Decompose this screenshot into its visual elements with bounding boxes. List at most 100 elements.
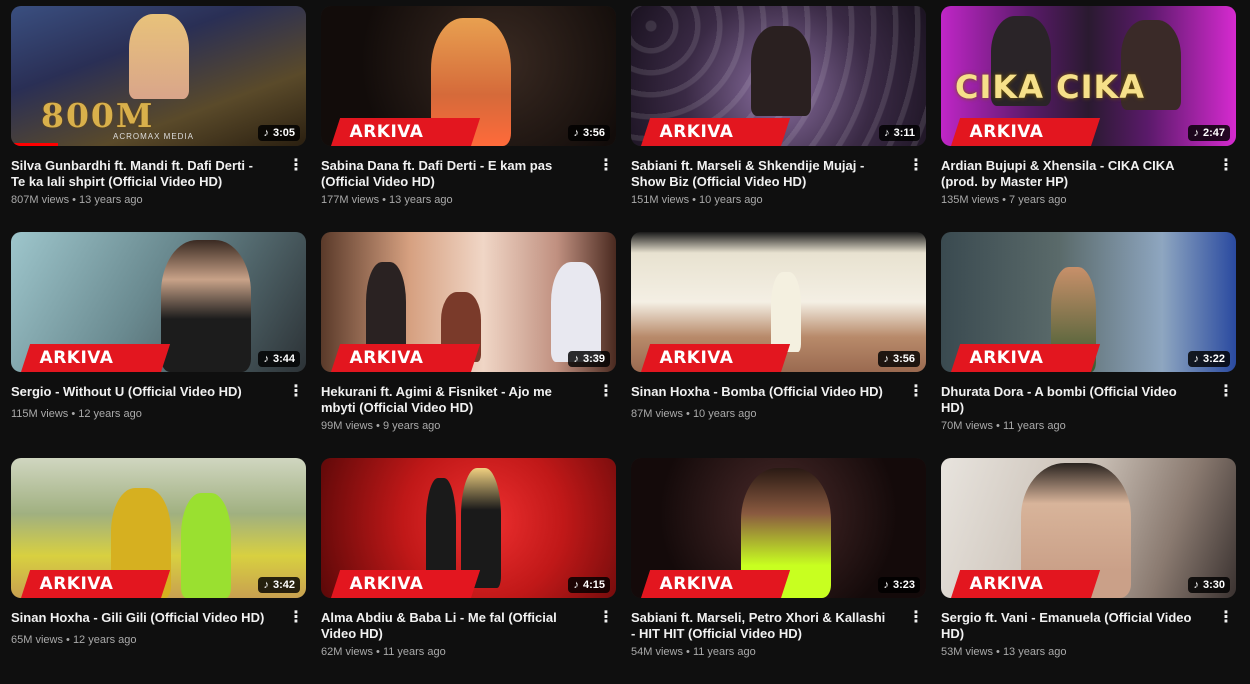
arkiva-badge: ARKIVA [21,344,171,372]
view-count: 115M views [11,408,69,420]
video-card[interactable]: ARKIVA ♪ 3:56 Sabina Dana ft. Dafi Derti … [321,6,616,232]
music-note-icon: ♪ [1193,579,1199,591]
music-note-icon: ♪ [573,579,579,591]
arkiva-badge: ARKIVA [331,570,481,598]
upload-age: 7 years ago [1009,194,1067,206]
video-thumbnail[interactable]: ARKIVA ♪ 4:15 [321,458,616,598]
video-meta: 62M views • 11 years ago [321,646,446,658]
video-thumbnail[interactable]: 800M ACROMAX MEDIA ♪ 3:05 [11,6,306,146]
video-card[interactable]: ARKIVA ♪ 3:44 Sergio - Without U (Officia… [11,232,306,458]
video-title[interactable]: Silva Gunbardhi ft. Mandi ft. Dafi Derti… [11,158,288,190]
more-options-icon[interactable]: ⋮ [908,158,924,178]
video-title[interactable]: Sinan Hoxha - Gili Gili (Official Video … [11,610,288,630]
video-card[interactable]: ARKIVA ♪ 3:11 Sabiani ft. Marseli & Shken… [631,6,926,232]
video-thumbnail[interactable]: ARKIVA ♪ 3:23 [631,458,926,598]
view-count: 53M views [941,646,993,658]
video-title[interactable]: Sergio - Without U (Official Video HD) [11,384,288,404]
view-count: 62M views [321,646,373,658]
video-card[interactable]: ARKIVA ♪ 3:22 Dhurata Dora - A bombi (Off… [941,232,1236,458]
duration-text: 4:15 [582,579,605,591]
duration-text: 3:42 [272,579,295,591]
video-thumbnail[interactable]: ARKIVA ♪ 3:11 [631,6,926,146]
video-card[interactable]: CIKA CIKA ARKIVA ♪ 2:47 Ardian Bujupi & X… [941,6,1236,232]
view-count: 99M views [321,420,373,432]
video-thumbnail[interactable]: ARKIVA ♪ 3:56 [631,232,926,372]
view-count: 135M views [941,194,1000,206]
more-options-icon[interactable]: ⋮ [1218,384,1234,404]
duration-text: 3:30 [1202,579,1225,591]
duration-badge: ♪ 3:44 [258,351,300,367]
music-note-icon: ♪ [263,353,269,365]
video-thumbnail[interactable]: ARKIVA ♪ 3:30 [941,458,1236,598]
video-title[interactable]: Sergio ft. Vani - Emanuela (Official Vid… [941,610,1218,642]
more-options-icon[interactable]: ⋮ [598,158,614,178]
more-options-icon[interactable]: ⋮ [288,158,304,178]
logo-subtext: ACROMAX MEDIA [113,132,195,141]
view-count: 70M views [941,420,993,432]
video-meta: 54M views • 11 years ago [631,646,756,658]
music-note-icon: ♪ [263,127,269,139]
video-thumbnail[interactable]: ARKIVA ♪ 3:39 [321,232,616,372]
duration-badge: ♪ 3:05 [258,125,300,141]
music-note-icon: ♪ [1193,127,1199,139]
video-title[interactable]: Sabiani ft. Marseli, Petro Xhori & Kalla… [631,610,908,642]
more-options-icon[interactable]: ⋮ [908,384,924,404]
more-options-icon[interactable]: ⋮ [908,610,924,630]
video-thumbnail[interactable]: ARKIVA ♪ 3:44 [11,232,306,372]
music-note-icon: ♪ [1193,353,1199,365]
more-options-icon[interactable]: ⋮ [598,610,614,630]
upload-age: 11 years ago [692,646,756,658]
video-meta: 807M views • 13 years ago [11,194,143,206]
duration-text: 3:11 [893,127,915,139]
upload-age: 11 years ago [382,646,446,658]
video-thumbnail[interactable]: ARKIVA ♪ 3:22 [941,232,1236,372]
duration-badge: ♪ 3:23 [878,577,920,593]
duration-badge: ♪ 3:56 [878,351,920,367]
video-card[interactable]: 800M ACROMAX MEDIA ♪ 3:05 Silva Gunbardhi… [11,6,306,232]
video-title[interactable]: Alma Abdiu & Baba Li - Me fal (Official … [321,610,598,642]
video-meta: 65M views • 12 years ago [11,634,137,646]
view-count: 807M views [11,194,70,206]
more-options-icon[interactable]: ⋮ [1218,610,1234,630]
duration-text: 3:39 [582,353,605,365]
video-title[interactable]: Dhurata Dora - A bombi (Official Video H… [941,384,1218,416]
arkiva-badge: ARKIVA [641,570,791,598]
video-title[interactable]: Sinan Hoxha - Bomba (Official Video HD) [631,384,908,404]
duration-text: 2:47 [1202,127,1225,139]
video-thumbnail[interactable]: ARKIVA ♪ 3:56 [321,6,616,146]
more-options-icon[interactable]: ⋮ [598,384,614,404]
more-options-icon[interactable]: ⋮ [288,384,304,404]
video-title[interactable]: Hekurani ft. Agimi & Fisniket - Ajo me m… [321,384,598,416]
video-card[interactable]: ARKIVA ♪ 3:42 Sinan Hoxha - Gili Gili (Of… [11,458,306,684]
video-meta: 99M views • 9 years ago [321,420,441,432]
view-count: 151M views [631,194,690,206]
more-options-icon[interactable]: ⋮ [288,610,304,630]
video-card[interactable]: ARKIVA ♪ 3:56 Sinan Hoxha - Bomba (Offici… [631,232,926,458]
video-title[interactable]: Sabiani ft. Marseli & Shkendije Mujaj - … [631,158,908,190]
duration-badge: ♪ 3:39 [568,351,610,367]
duration-badge: ♪ 4:15 [568,577,610,593]
video-card[interactable]: ARKIVA ♪ 4:15 Alma Abdiu & Baba Li - Me f… [321,458,616,684]
arkiva-badge: ARKIVA [951,344,1101,372]
video-title[interactable]: Ardian Bujupi & Xhensila - CIKA CIKA (pr… [941,158,1218,190]
video-thumbnail[interactable]: ARKIVA ♪ 3:42 [11,458,306,598]
video-thumbnail[interactable]: CIKA CIKA ARKIVA ♪ 2:47 [941,6,1236,146]
upload-age: 9 years ago [382,420,441,432]
arkiva-badge: ARKIVA [641,118,791,146]
video-card[interactable]: ARKIVA ♪ 3:23 Sabiani ft. Marseli, Petro … [631,458,926,684]
logo-text: 800M [41,96,155,135]
video-title[interactable]: Sabina Dana ft. Dafi Derti - E kam pas (… [321,158,598,190]
video-meta: 115M views • 12 years ago [11,408,142,420]
duration-text: 3:44 [272,353,295,365]
upload-age: 10 years ago [692,408,757,420]
video-card[interactable]: ARKIVA ♪ 3:30 Sergio ft. Vani - Emanuela … [941,458,1236,684]
view-count: 65M views [11,634,63,646]
more-options-icon[interactable]: ⋮ [1218,158,1234,178]
video-meta: 53M views • 13 years ago [941,646,1067,658]
music-note-icon: ♪ [573,353,579,365]
upload-age: 11 years ago [1002,420,1066,432]
upload-age: 13 years ago [79,194,143,206]
video-meta: 135M views • 7 years ago [941,194,1067,206]
arkiva-badge: ARKIVA [951,118,1101,146]
video-card[interactable]: ARKIVA ♪ 3:39 Hekurani ft. Agimi & Fisnik… [321,232,616,458]
